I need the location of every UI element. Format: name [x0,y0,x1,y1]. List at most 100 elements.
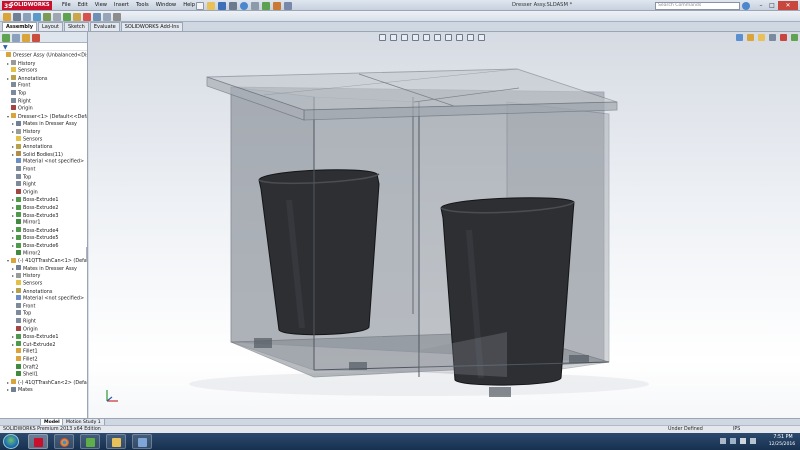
menu-file[interactable]: File [62,1,71,10]
menu-insert[interactable]: Insert [114,1,129,10]
mate-icon[interactable] [13,12,21,21]
tree-item[interactable]: Fillet1 [0,348,87,356]
zoom-to-area-icon[interactable] [390,34,397,41]
taskbar-chrome[interactable] [54,434,74,449]
insert-components-icon[interactable] [3,12,11,21]
tree-item[interactable]: ▸ Mates [0,386,87,394]
display-style-icon[interactable] [434,34,441,41]
file-explorer-icon[interactable] [758,34,765,41]
view-palette-icon[interactable] [769,34,776,41]
tree-item[interactable]: Top [0,90,87,98]
minimize-button[interactable]: – [756,1,766,10]
network-icon[interactable] [730,438,736,444]
taskbar-file-explorer[interactable] [106,434,126,449]
tree-item[interactable]: Dresser Assy (Unbalanced<Display [0,52,87,60]
tree-item[interactable]: ▸ Boss-Extrude1 [0,333,87,341]
tray-clock-date[interactable]: 12/25/2016 [766,442,798,448]
tree-item[interactable]: Origin [0,188,87,197]
tree-item[interactable]: ▸ Mates in Dresser Assy [0,120,87,128]
tab-layout[interactable]: Layout [37,22,63,31]
taskbar-window[interactable] [132,434,152,449]
tree-item[interactable]: ▸ Boss-Extrude5 [0,234,87,242]
help-icon[interactable] [742,1,750,10]
tray-arrow-icon[interactable] [720,438,726,444]
assembly-features-icon[interactable] [63,12,71,21]
volume-icon[interactable] [740,438,746,444]
custom-properties-icon[interactable] [791,34,798,41]
tab-assembly[interactable]: Assembly [2,22,37,31]
tree-item[interactable]: Material <not specified> [0,158,87,166]
tree-item[interactable]: ▸ Annotations [0,75,87,83]
tree-item[interactable]: ▸ Boss-Extrude3 [0,212,87,220]
configuration-manager-tab-icon[interactable] [22,33,30,42]
design-library-icon[interactable] [747,34,754,41]
print-icon[interactable] [229,1,237,10]
open-folder-icon[interactable] [207,1,215,10]
reference-geometry-icon[interactable] [73,12,81,21]
tree-item[interactable]: Material <not specified> [0,295,87,303]
tree-item[interactable]: Sensors [0,280,87,288]
maximize-button[interactable]: □ [767,1,777,10]
zoom-to-fit-icon[interactable] [379,34,386,41]
file-properties-icon[interactable] [273,1,281,10]
tree-item[interactable]: Mirror1 [0,219,87,227]
tab-sketch[interactable]: Sketch [63,22,89,31]
property-manager-tab-icon[interactable] [12,33,20,42]
search-commands-input[interactable]: Search Commands [655,1,740,10]
tree-item[interactable]: Top [0,310,87,318]
tree-item[interactable]: ▸ Annotations [0,288,87,296]
select-icon[interactable] [251,1,259,10]
filter-icon[interactable]: ▼ [3,44,8,51]
menu-view[interactable]: View [95,1,107,10]
tree-item[interactable]: Right [0,97,87,106]
tree-item[interactable]: ▸ Mates in Dresser Assy [0,265,87,273]
exploded-view-icon[interactable] [103,12,111,21]
tab-solidworks-add-ins[interactable]: SOLIDWORKS Add-Ins [120,22,184,31]
tree-item[interactable]: Right [0,181,87,189]
tree-item[interactable]: ▸ Boss-Extrude2 [0,204,87,212]
flag-icon[interactable] [750,438,756,444]
solidworks-resources-icon[interactable] [736,34,743,41]
tree-item[interactable]: ▸ Annotations [0,143,87,151]
tree-item[interactable]: ▸ Boss-Extrude4 [0,227,87,235]
tree-item[interactable]: ▸ Boss-Extrude6 [0,242,87,250]
tree-item[interactable]: ▸ History [0,272,87,280]
tree-item[interactable]: Top [0,173,87,182]
tray-clock-time[interactable]: 7:51 PM [768,435,798,441]
menu-help[interactable]: Help [183,1,195,10]
tree-item[interactable]: Right [0,318,87,326]
move-component-icon[interactable] [43,12,51,21]
apply-scene-icon[interactable] [467,34,474,41]
menu-window[interactable]: Window [156,1,176,10]
appearances-icon[interactable] [780,34,787,41]
show-hidden-icon[interactable] [53,12,61,21]
edit-appearance-icon[interactable] [456,34,463,41]
tree-item[interactable]: ▸ Cut-Extrude2 [0,341,87,349]
taskbar-solidworks[interactable] [28,434,48,449]
options-gear-icon[interactable] [284,1,292,10]
menu-edit[interactable]: Edit [78,1,88,10]
tree-item[interactable]: ▸ History [0,128,87,136]
instant3d-icon[interactable] [113,12,121,21]
tree-item[interactable]: Front [0,302,87,311]
new-document-icon[interactable] [196,1,204,10]
close-button[interactable]: ✕ [778,1,798,10]
bill-of-materials-icon[interactable] [93,12,101,21]
tree-item[interactable]: Shell1 [0,371,87,379]
hide-show-items-icon[interactable] [445,34,452,41]
smart-fasteners-icon[interactable] [33,12,41,21]
taskbar-camtasia[interactable] [80,434,100,449]
start-button[interactable] [3,434,19,449]
display-manager-tab-icon[interactable] [32,33,40,42]
save-icon[interactable] [218,1,226,10]
view-settings-icon[interactable] [478,34,485,41]
previous-view-icon[interactable] [401,34,408,41]
tree-item[interactable]: Origin [0,325,87,334]
new-motion-study-icon[interactable] [83,12,91,21]
tree-item[interactable]: ▾Dresser<1> (Default<<Default> [0,113,87,121]
tree-item[interactable]: Sensors [0,135,87,144]
tree-item[interactable]: Mirror2 [0,249,87,258]
tree-item[interactable]: Sensors [0,67,87,75]
tree-item[interactable]: Front [0,166,87,174]
tab-evaluate[interactable]: Evaluate [89,22,120,31]
